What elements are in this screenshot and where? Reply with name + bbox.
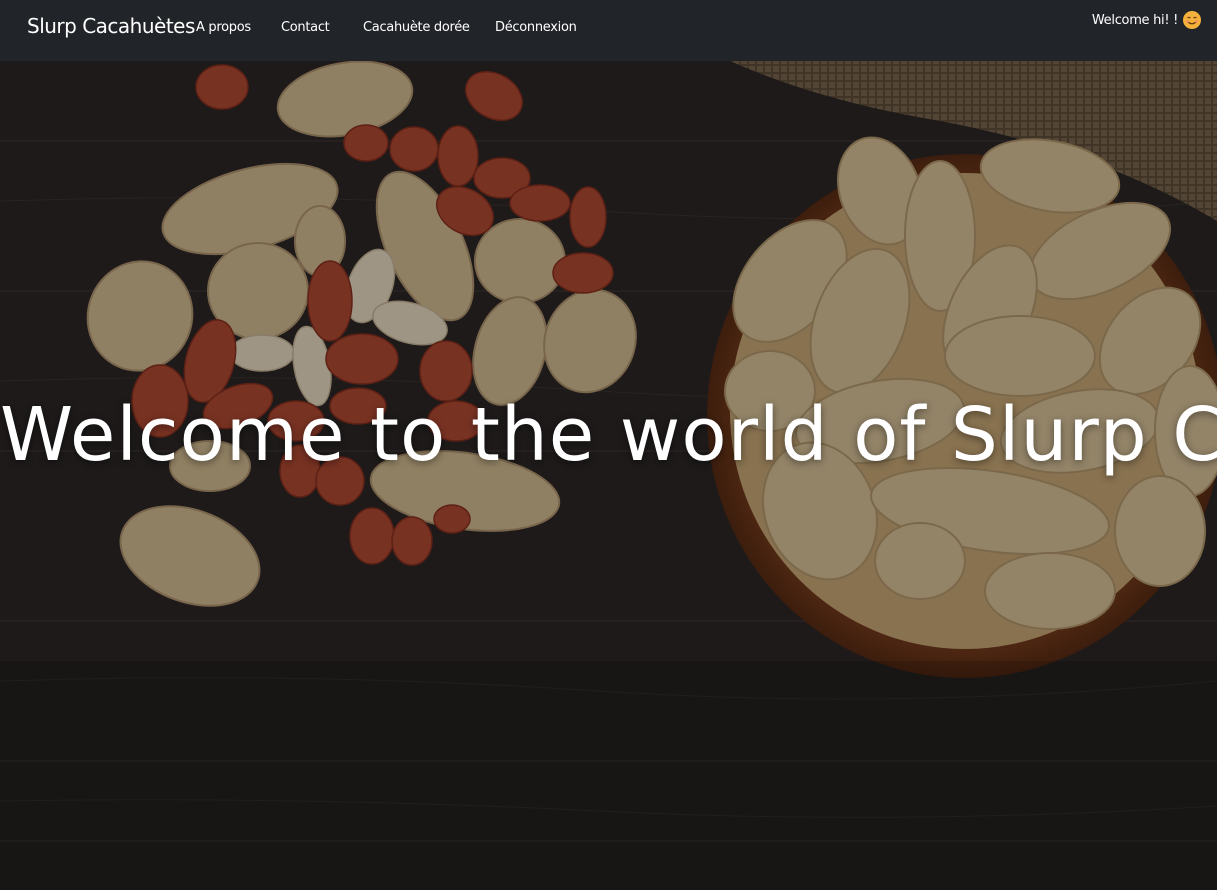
nav-link-contact[interactable]: Contact <box>281 20 330 35</box>
nav-link-a-propos[interactable]: A propos <box>196 20 251 35</box>
smiley-emoji-icon <box>1183 11 1201 29</box>
user-greeting: Welcome hi! ! <box>1091 12 1178 28</box>
hero-title: Welcome to the world of Slurp Cacahète <box>0 392 1217 478</box>
hero-section: Welcome to the world of Slurp Cacahète <box>0 61 1217 890</box>
top-navbar: Slurp Cacahuètes A propos Contact Cacahu… <box>0 0 1217 61</box>
user-menu[interactable]: Welcome hi! ! <box>1092 11 1201 29</box>
nav-link-cacahuete-doree[interactable]: Cacahuète dorée <box>363 20 470 35</box>
brand-logo-link[interactable]: Slurp Cacahuètes <box>27 14 195 38</box>
nav-link-deconnexion[interactable]: Déconnexion <box>495 20 577 35</box>
